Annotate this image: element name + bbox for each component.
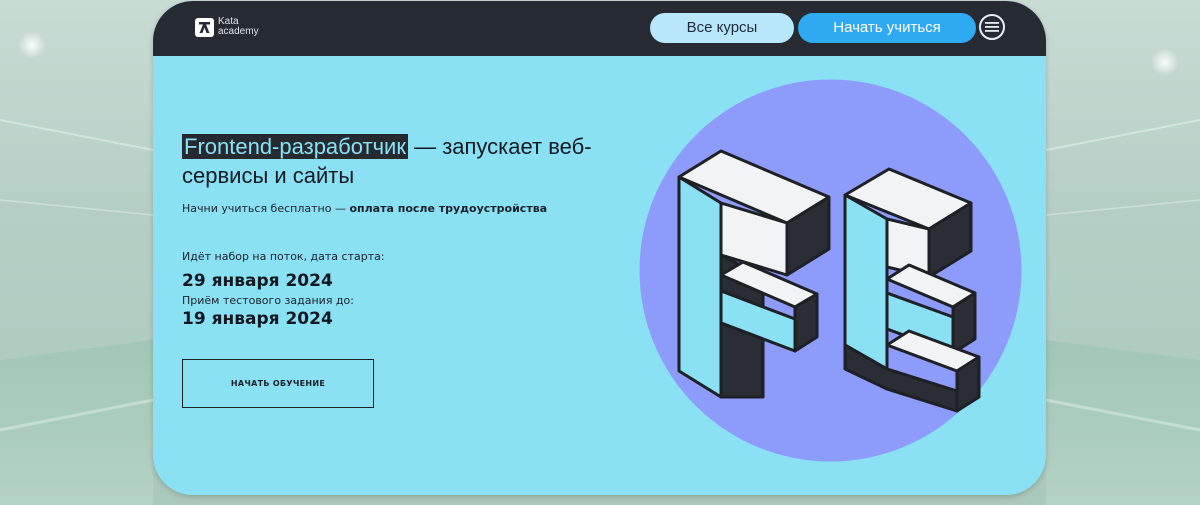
hero-subtitle: Начни учиться бесплатно — оплата после т… [182, 202, 547, 215]
subtitle-bold: оплата после трудоустройства [349, 202, 548, 215]
test-task-label: Приём тестового задания до: [182, 294, 354, 307]
menu-button[interactable] [979, 14, 1005, 40]
brand-logo[interactable]: Kata academy [195, 17, 259, 37]
brand-name: Kata academy [218, 17, 259, 37]
top-navigation-bar: Kata academy Все курсы Начать учиться [153, 1, 1046, 56]
headline-highlight: Frontend-разработчик [182, 134, 408, 159]
start-learning-button[interactable]: Начать учиться [798, 13, 976, 43]
all-courses-button[interactable]: Все курсы [650, 13, 794, 43]
start-date: 29 января 2024 [182, 271, 333, 291]
recruit-label: Идёт набор на поток, дата старта: [182, 250, 385, 263]
hero-card: Kata academy Все курсы Начать учиться Fr… [153, 1, 1046, 495]
hero-headline: Frontend-разработчик — запускает веб-сер… [182, 132, 612, 190]
subtitle-plain: Начни учиться бесплатно — [182, 202, 350, 215]
fe-letters-illustration [639, 79, 1022, 462]
test-task-date: 19 января 2024 [182, 309, 333, 329]
brand-name-line2: academy [218, 26, 259, 37]
kata-logo-icon [195, 17, 214, 37]
start-training-button[interactable]: НАЧАТЬ ОБУЧЕНИЕ [182, 359, 374, 408]
menu-icon [985, 22, 999, 32]
